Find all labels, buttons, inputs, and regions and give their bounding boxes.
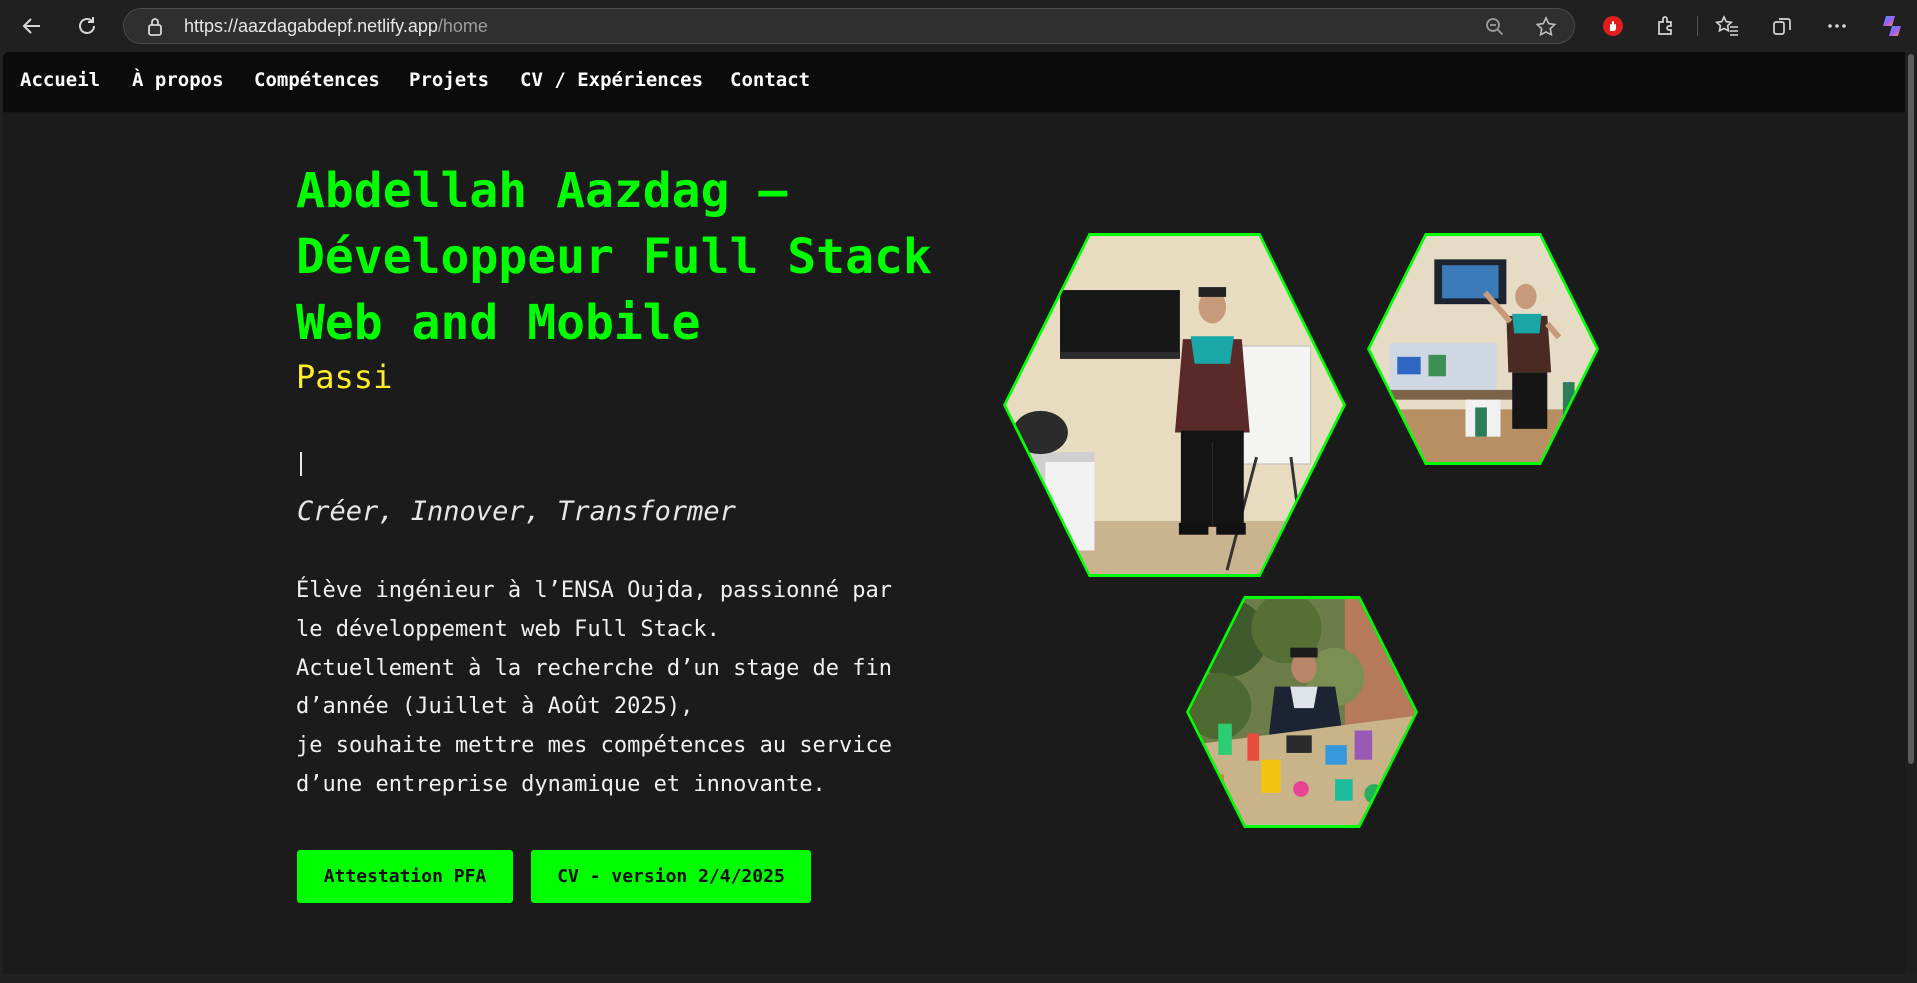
- lock-icon[interactable]: [146, 17, 164, 41]
- nav-projets[interactable]: Projets: [409, 69, 489, 91]
- more-icon[interactable]: [1821, 10, 1853, 42]
- copilot-icon[interactable]: [1876, 10, 1908, 42]
- description-line: Élève ingénieur à l’ENSA Oujda, passionn…: [296, 578, 893, 642]
- attestation-pfa-button[interactable]: Attestation PFA: [297, 850, 513, 903]
- profile-photo-hexagon-presenting: [1367, 233, 1599, 465]
- back-arrow-icon[interactable]: [16, 10, 48, 42]
- nav-a-propos[interactable]: À propos: [132, 69, 224, 91]
- site-navbar: Accueil À propos Compétences Projets CV …: [3, 52, 1905, 113]
- nav-competences[interactable]: Compétences: [254, 69, 380, 91]
- toolbar-divider: [1697, 16, 1698, 36]
- hero-description: Élève ingénieur à l’ENSA Oujda, passionn…: [296, 572, 916, 805]
- adblock-icon[interactable]: [1597, 10, 1629, 42]
- scrollbar-thumb[interactable]: [1908, 54, 1914, 764]
- profile-photo-presenting: [1370, 236, 1596, 462]
- window-bottom-border: [0, 974, 1917, 983]
- cv-download-button[interactable]: CV - version 2/4/2025: [531, 850, 811, 903]
- extensions-icon[interactable]: [1650, 10, 1682, 42]
- description-line: Actuellement à la recherche d’un stage d…: [296, 655, 893, 720]
- nav-accueil[interactable]: Accueil: [20, 69, 100, 91]
- typing-cursor: [300, 452, 302, 476]
- browser-toolbar: https://aazdagabdepf.netlify.app/home: [0, 0, 1917, 52]
- hero-title: Abdellah Aazdag – Développeur Full Stack…: [296, 163, 932, 351]
- hero-subtitle: Passi: [296, 358, 393, 396]
- refresh-icon[interactable]: [71, 10, 103, 42]
- zoom-out-icon[interactable]: [1484, 16, 1506, 42]
- url-text[interactable]: https://aazdagabdepf.netlify.app/home: [184, 16, 488, 37]
- profile-photo-standing: [1006, 236, 1343, 574]
- favorites-icon[interactable]: [1711, 10, 1743, 42]
- url-path: /home: [437, 16, 488, 36]
- url-host: https://aazdagabdepf.netlify.app: [184, 16, 438, 36]
- page-viewport: Accueil À propos Compétences Projets CV …: [3, 52, 1905, 974]
- profile-photo-hexagon-workshop: [1186, 596, 1418, 828]
- star-icon[interactable]: [1534, 15, 1558, 43]
- collections-icon[interactable]: [1766, 10, 1798, 42]
- scrollbar[interactable]: [1905, 52, 1917, 974]
- hero-tagline: Créer, Innover, Transformer: [297, 496, 736, 527]
- profile-photo-workshop: [1189, 599, 1415, 825]
- nav-contact[interactable]: Contact: [730, 69, 810, 91]
- address-bar[interactable]: https://aazdagabdepf.netlify.app/home: [123, 8, 1575, 44]
- nav-cv-experiences[interactable]: CV / Expériences: [520, 69, 703, 91]
- profile-photo-hexagon-large: [1003, 233, 1346, 577]
- description-line: je souhaite mettre mes compétences au se…: [296, 733, 893, 797]
